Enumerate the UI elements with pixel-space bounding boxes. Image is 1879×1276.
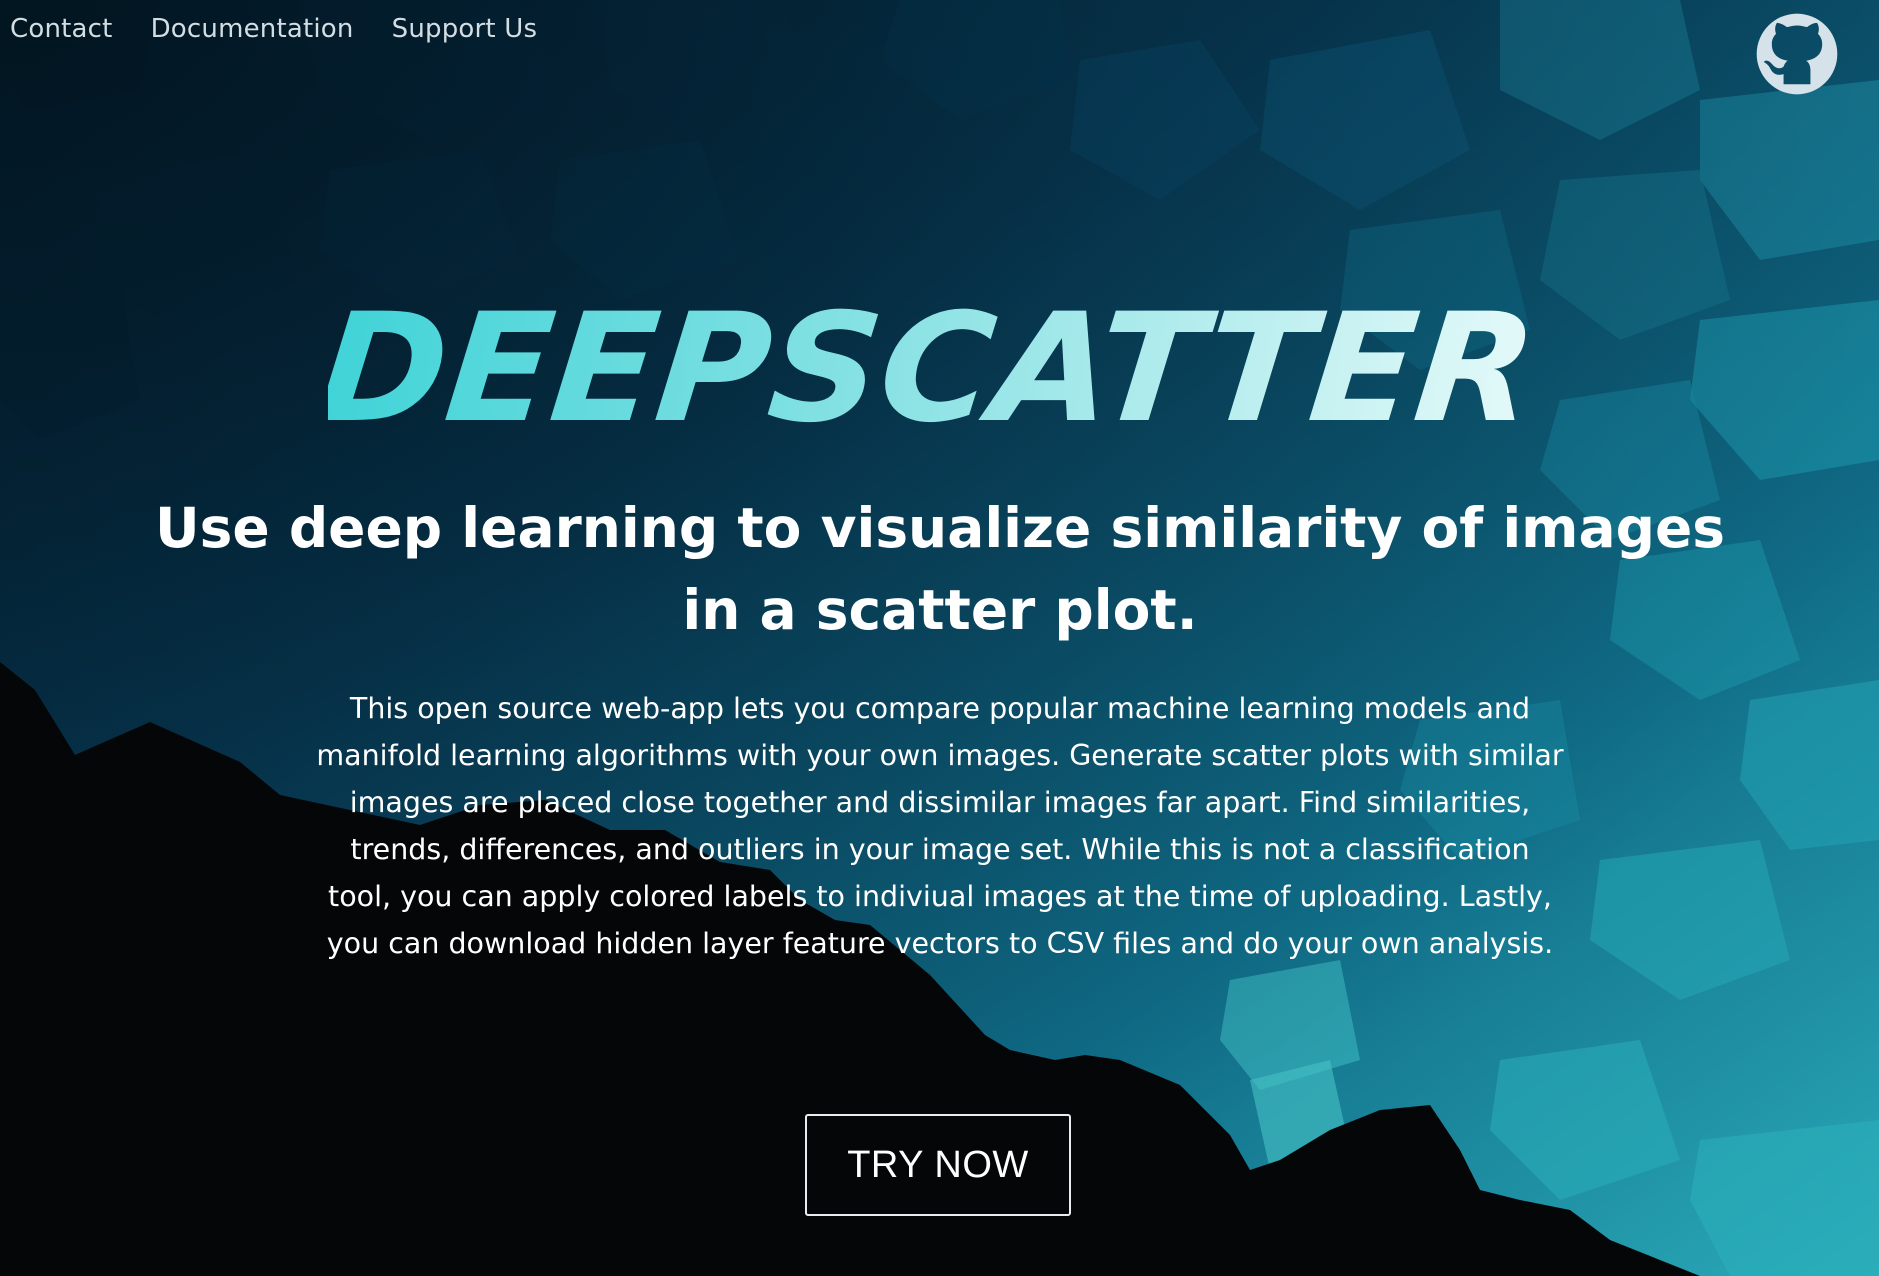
svg-text:DEEPSCATTER: DEEPSCATTER bbox=[328, 290, 1544, 442]
nav-contact-link[interactable]: Contact bbox=[10, 14, 113, 44]
try-now-button[interactable]: TRY NOW bbox=[805, 1114, 1071, 1216]
hero-headline: Use deep learning to visualize similarit… bbox=[154, 496, 1726, 642]
nav-support-us-link[interactable]: Support Us bbox=[392, 14, 538, 44]
github-icon[interactable] bbox=[1755, 12, 1839, 96]
top-nav: Contact Documentation Support Us bbox=[10, 14, 537, 44]
nav-documentation-link[interactable]: Documentation bbox=[151, 14, 354, 44]
hero-description: This open source web-app lets you compar… bbox=[316, 692, 1564, 960]
deepscatter-logo: DEEPSCATTER bbox=[328, 290, 1544, 442]
